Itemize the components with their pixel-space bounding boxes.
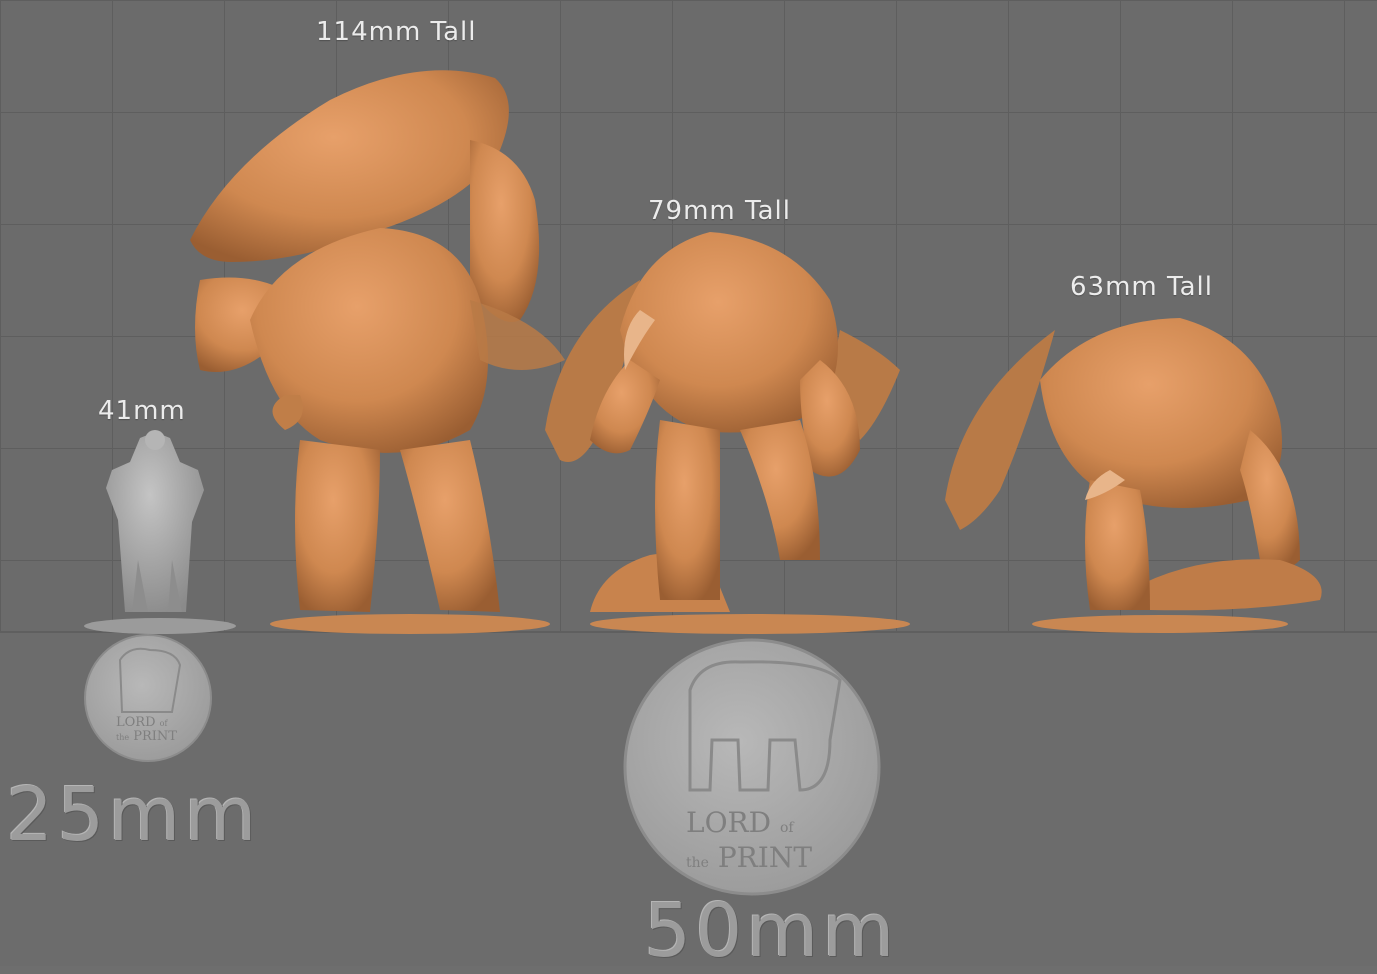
- logo-lord-large: LORD: [686, 806, 772, 839]
- small-base-size-label: 25mm: [6, 772, 261, 858]
- logo-of: of: [159, 719, 168, 728]
- large-monster-model: [190, 70, 565, 634]
- large-base-size-label: 50mm: [644, 888, 899, 974]
- small-monster-model: [945, 318, 1322, 633]
- small-coin-logo: LORD of the PRINT: [116, 716, 177, 744]
- medium-monster-model: [545, 232, 910, 634]
- medium-model-height-label: 79mm Tall: [648, 196, 791, 226]
- small-model-height-label: 63mm Tall: [1070, 272, 1213, 302]
- logo-lord: LORD: [116, 715, 156, 730]
- large-model-height-label: 114mm Tall: [316, 17, 477, 47]
- reference-miniature: [84, 430, 236, 634]
- logo-the-large: the: [686, 855, 709, 871]
- large-coin-logo: LORD of the PRINT: [686, 808, 812, 878]
- reference-height-label: 41mm: [98, 396, 186, 426]
- logo-of-large: of: [780, 820, 794, 836]
- logo-print-large: PRINT: [717, 841, 813, 874]
- logo-the: the: [116, 733, 130, 742]
- logo-print: PRINT: [133, 729, 177, 744]
